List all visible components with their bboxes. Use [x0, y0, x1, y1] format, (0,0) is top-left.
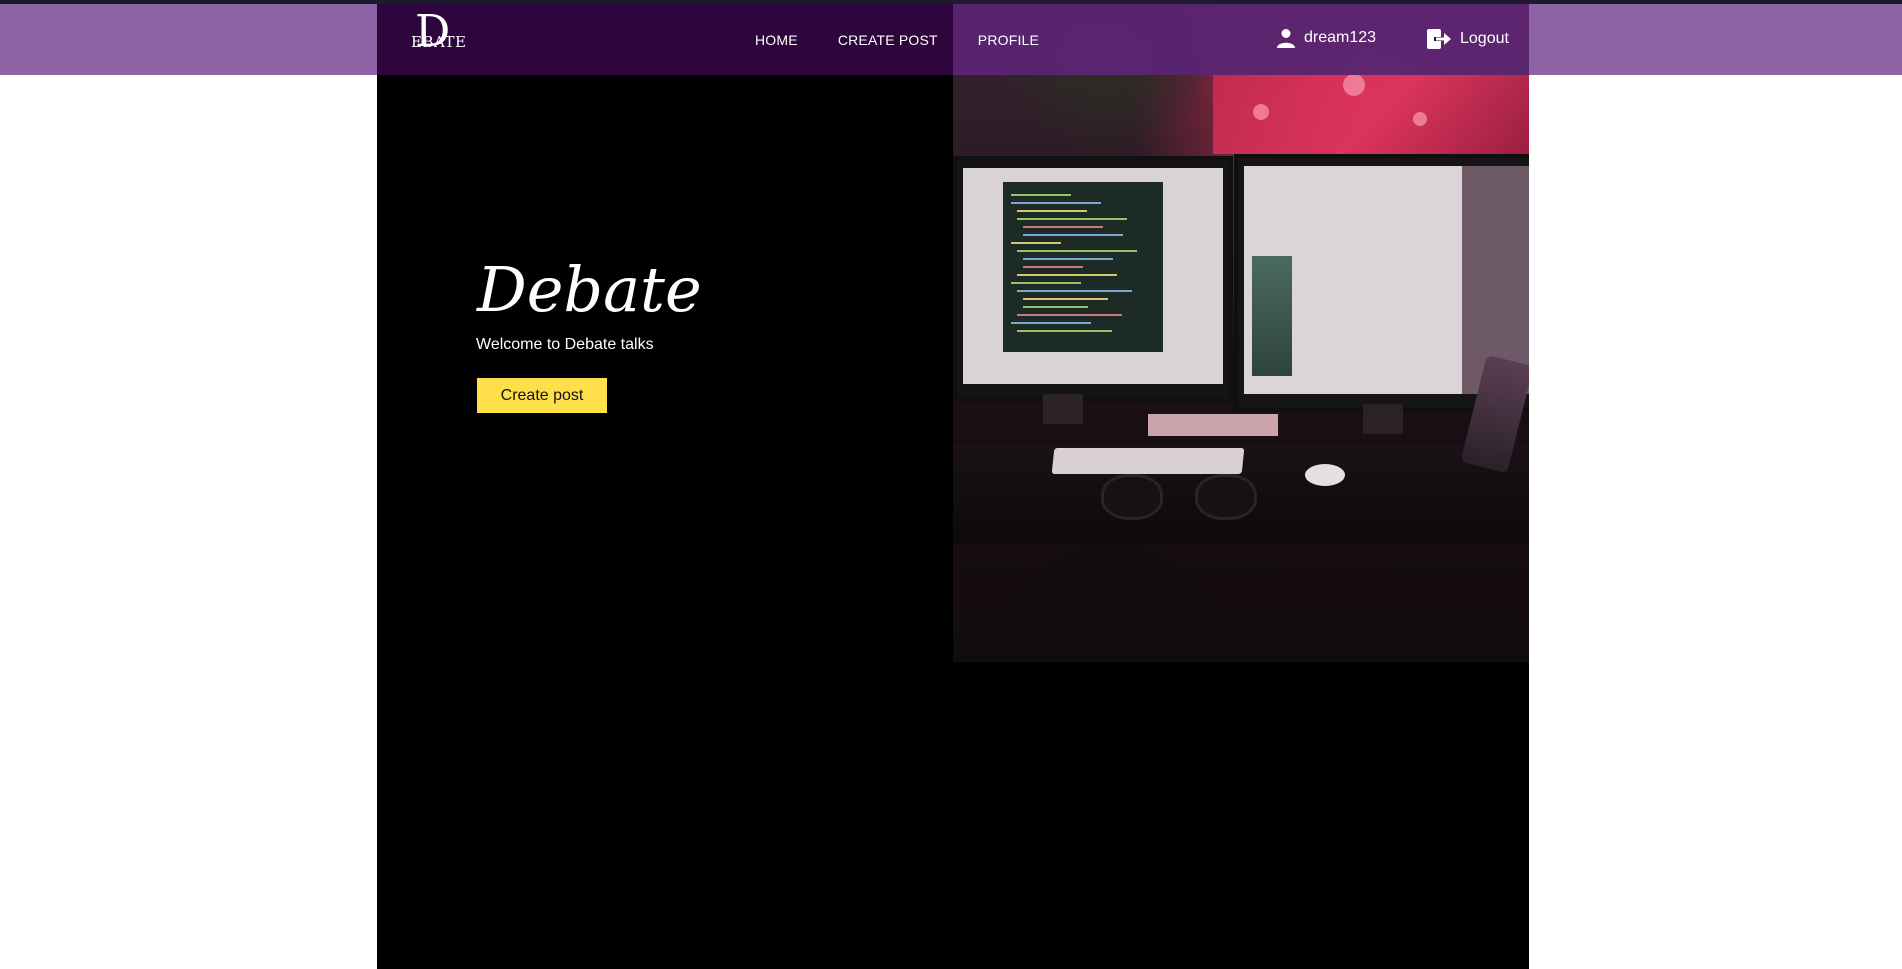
light-dot	[1253, 104, 1269, 120]
headphone-right	[1195, 474, 1257, 520]
headphone-left	[1101, 474, 1163, 520]
nav-links: HOME CREATE POST PROFILE	[755, 4, 1079, 75]
user-profile[interactable]: dream123	[1276, 28, 1376, 48]
book	[1148, 414, 1278, 436]
username: dream123	[1304, 29, 1377, 46]
nav-home-link[interactable]: HOME	[755, 32, 798, 48]
monitor-stand	[1363, 404, 1403, 434]
left-monitor	[953, 156, 1233, 402]
monitor-stand	[1043, 394, 1083, 424]
keyboard	[1051, 448, 1245, 474]
logo[interactable]: D EBATE	[411, 10, 471, 62]
code-editor	[1003, 182, 1163, 352]
nav-profile-link[interactable]: PROFILE	[978, 32, 1039, 48]
navbar: D EBATE HOME CREATE POST PROFILE dream12…	[377, 4, 1529, 75]
main-container: Debate Welcome to Debate talks Create po…	[377, 4, 1529, 969]
hero-image	[953, 4, 1529, 662]
logo-word: EBATE	[411, 33, 467, 51]
left-monitor-screen	[963, 168, 1223, 384]
logout-button[interactable]: Logout	[1426, 28, 1509, 50]
mouse	[1305, 464, 1345, 486]
hero-title: Debate	[477, 253, 702, 326]
create-post-button[interactable]: Create post	[477, 378, 607, 413]
light-dot	[1343, 74, 1365, 96]
logout-icon	[1427, 29, 1451, 49]
logout-label: Logout	[1460, 30, 1509, 47]
light-dot	[1413, 112, 1427, 126]
screen-photo	[1252, 256, 1292, 376]
nav-create-post-link[interactable]: CREATE POST	[838, 32, 938, 48]
chair	[1013, 544, 1213, 662]
user-icon	[1277, 29, 1295, 48]
hero-subtitle: Welcome to Debate talks	[476, 336, 654, 353]
